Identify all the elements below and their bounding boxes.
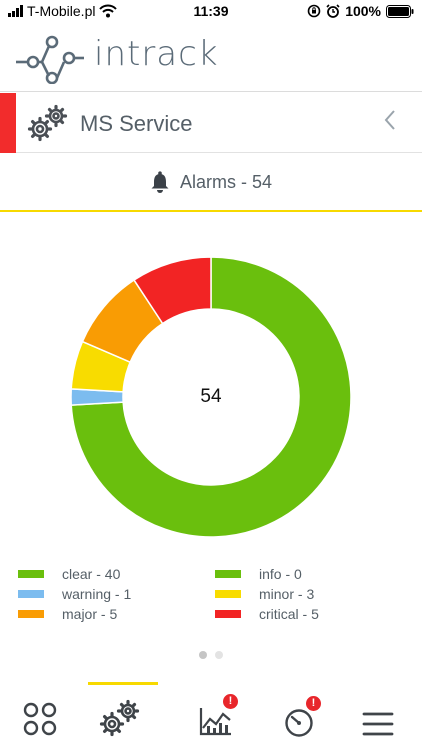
legend-label: clear - 40	[62, 565, 121, 582]
active-tab-indicator	[88, 682, 158, 685]
speedometer-icon	[285, 709, 313, 737]
legend-swatch	[18, 569, 44, 578]
chart-total-label: 54	[200, 386, 222, 407]
chart-legend: clear - 40 info - 0 warning - 1 minor - 3 ma…	[18, 564, 418, 623]
gears-icon	[99, 699, 140, 737]
legend-swatch	[215, 609, 241, 618]
legend-swatch	[215, 569, 241, 578]
legend-item: major - 5	[18, 604, 215, 623]
legend-item: clear - 40	[18, 564, 215, 583]
status-right: 100%	[307, 3, 414, 19]
network-logo-icon	[16, 35, 84, 84]
gears-icon	[27, 104, 68, 142]
service-status-accent	[0, 93, 16, 153]
service-header[interactable]: MS Service	[0, 93, 422, 153]
tab-statistics[interactable]: !	[175, 682, 255, 750]
legend-label: major - 5	[62, 605, 118, 622]
tab-performance[interactable]: !	[260, 682, 340, 750]
service-title: MS Service	[80, 111, 193, 136]
legend-swatch	[215, 589, 241, 598]
app-logo-text: intrack	[94, 34, 219, 74]
legend-label: warning - 1	[62, 585, 132, 602]
battery-icon	[386, 4, 414, 18]
legend-label: minor - 3	[259, 585, 315, 602]
page-dot[interactable]	[199, 651, 207, 659]
alarms-summary[interactable]: Alarms - 54	[0, 154, 422, 212]
tab-menu[interactable]	[342, 682, 422, 750]
legend-swatch	[18, 589, 44, 598]
page-dot[interactable]	[215, 651, 223, 659]
screen-lock-icon	[307, 4, 321, 18]
notification-badge: !	[306, 696, 321, 711]
alarm-clock-icon	[326, 4, 340, 18]
page-indicator[interactable]	[0, 651, 422, 659]
menu-icon	[362, 712, 394, 736]
bell-icon	[151, 171, 169, 193]
status-bar: T-Mobile.pl 11:39 100%	[0, 0, 422, 24]
battery-percent: 100%	[345, 3, 381, 19]
notification-badge: !	[223, 694, 238, 709]
tab-dashboard[interactable]	[0, 682, 80, 750]
legend-item: critical - 5	[215, 604, 412, 623]
legend-item: minor - 3	[215, 584, 412, 603]
bottom-tab-bar: ! !	[0, 682, 422, 750]
legend-label: critical - 5	[259, 605, 319, 622]
chevron-left-icon[interactable]	[384, 109, 396, 131]
legend-swatch	[18, 609, 44, 618]
dashboard-grid-icon	[23, 702, 57, 736]
legend-item: warning - 1	[18, 584, 215, 603]
alarms-count-label: Alarms - 54	[179, 171, 273, 192]
chart-icon	[199, 708, 231, 736]
legend-label: info - 0	[259, 565, 302, 582]
tab-services[interactable]	[80, 682, 160, 750]
app-header: intrack	[0, 24, 422, 92]
legend-item: info - 0	[215, 564, 412, 583]
